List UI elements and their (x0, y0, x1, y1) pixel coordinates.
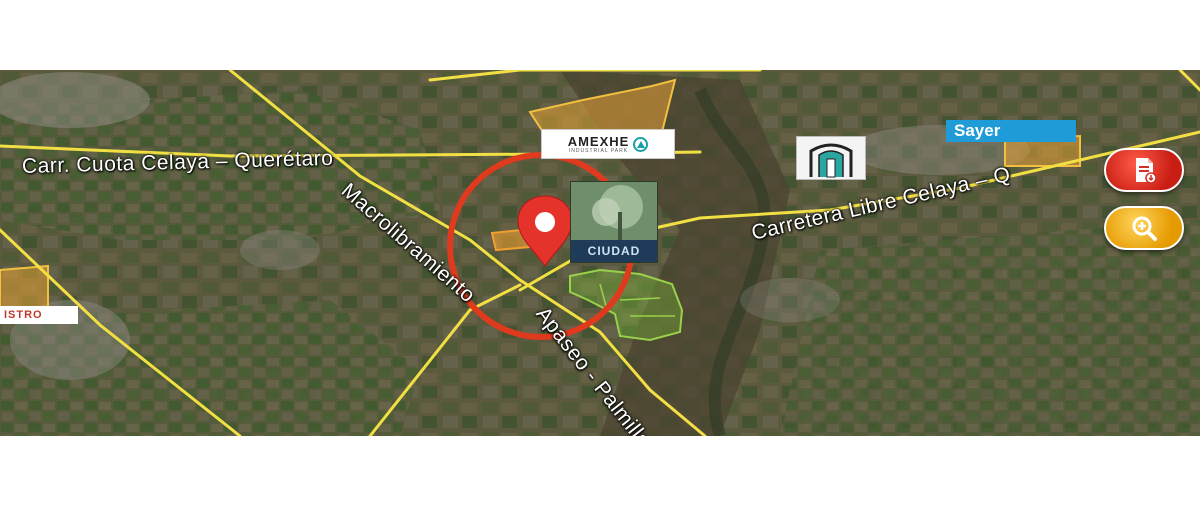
sayer-logo: Sayer (946, 120, 1076, 142)
ciudad-name: CIUDAD (571, 240, 657, 262)
parcel-left (0, 264, 49, 311)
report-button[interactable] (1104, 148, 1184, 192)
village (240, 230, 320, 270)
amexhe-emblem-icon (633, 136, 649, 152)
zoom-in-icon (1132, 216, 1157, 241)
ciudad-logo: CIUDAD (570, 181, 658, 263)
farmland-east (780, 220, 1200, 436)
village-east (740, 278, 840, 322)
document-report-icon (1136, 158, 1157, 184)
building-logo-icon (796, 136, 866, 180)
left-edge-logo: ISTRO (0, 306, 78, 324)
amexhe-name: AMEXHE (567, 133, 630, 149)
amexhe-logo: AMEXHE INDUSTRIAL PARK (541, 129, 675, 159)
amexhe-subtitle: INDUSTRIAL PARK (568, 147, 629, 154)
map-view[interactable]: Carr. Cuota Celaya – Querétaro Macrolibr… (0, 70, 1200, 436)
zoom-button[interactable] (1104, 206, 1184, 250)
